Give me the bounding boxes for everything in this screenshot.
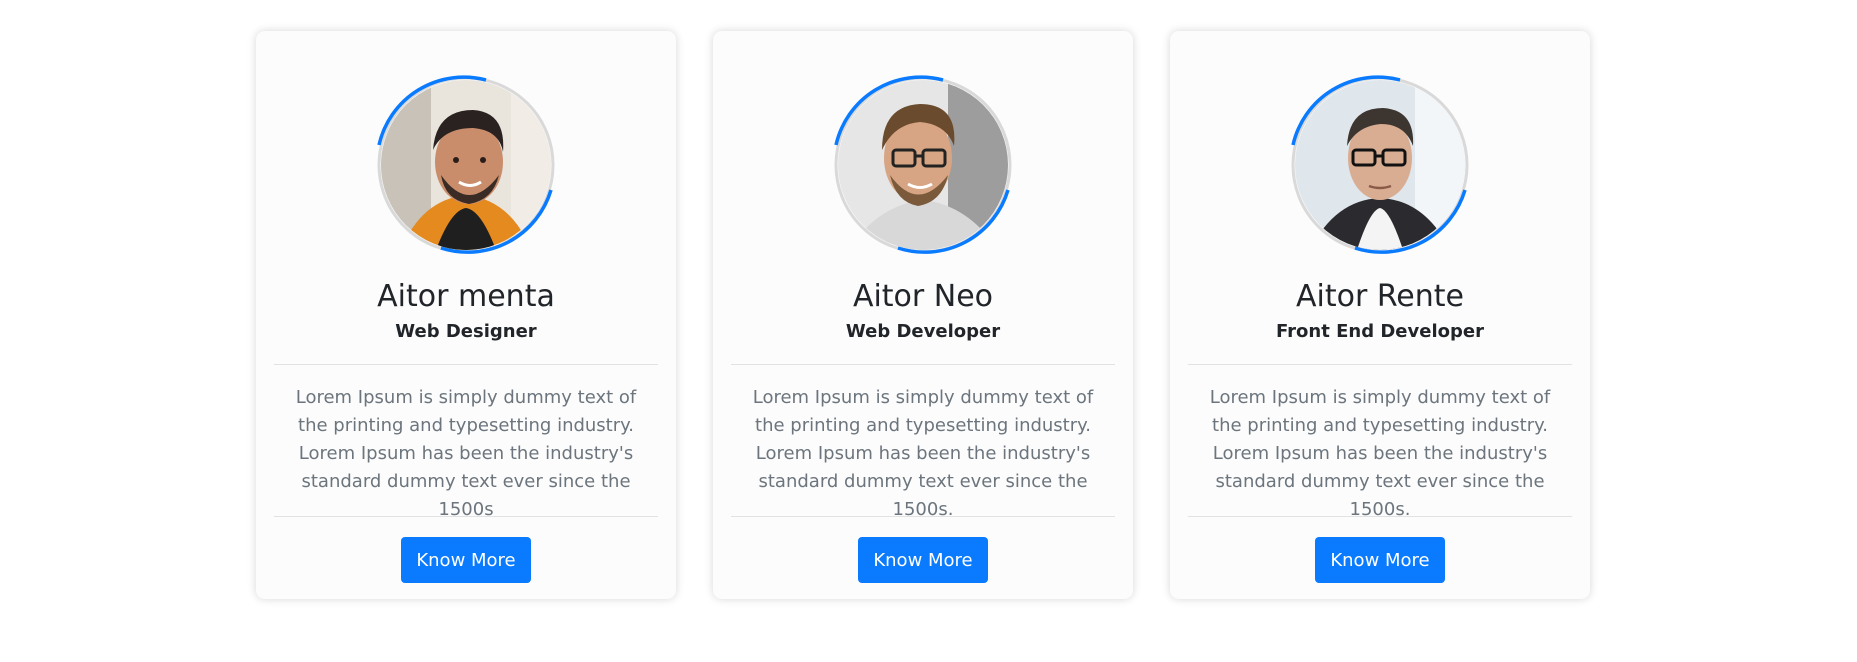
divider [274, 364, 658, 365]
divider [1188, 364, 1572, 365]
know-more-button[interactable]: Know More [401, 537, 531, 583]
team-card: Aitor Neo Web Developer Lorem Ipsum is s… [713, 31, 1133, 599]
member-role: Front End Developer [1276, 321, 1484, 342]
team-card: Aitor Rente Front End Developer Lorem Ip… [1170, 31, 1590, 599]
avatar [376, 75, 556, 255]
member-description: Lorem Ipsum is simply dummy text of the … [752, 387, 1094, 520]
avatar [1290, 75, 1470, 255]
divider [731, 364, 1115, 365]
member-name: Aitor menta [377, 279, 555, 314]
divider [1188, 516, 1572, 517]
member-role: Web Designer [395, 321, 537, 342]
know-more-button[interactable]: Know More [1315, 537, 1445, 583]
divider [274, 516, 658, 517]
know-more-button[interactable]: Know More [858, 537, 988, 583]
person-photo-icon [838, 80, 1008, 250]
divider [731, 516, 1115, 517]
person-photo-icon [381, 80, 551, 250]
member-name: Aitor Neo [852, 279, 994, 314]
member-description: Lorem Ipsum is simply dummy text of the … [295, 387, 637, 520]
avatar [833, 75, 1013, 255]
person-photo-icon [1295, 80, 1465, 250]
member-description: Lorem Ipsum is simply dummy text of the … [1209, 387, 1551, 520]
member-role: Web Developer [845, 321, 1001, 342]
team-cards: Aitor menta Web Designer Lorem Ipsum is … [256, 31, 1590, 599]
member-name: Aitor Rente [1295, 279, 1465, 314]
team-card: Aitor menta Web Designer Lorem Ipsum is … [256, 31, 676, 599]
